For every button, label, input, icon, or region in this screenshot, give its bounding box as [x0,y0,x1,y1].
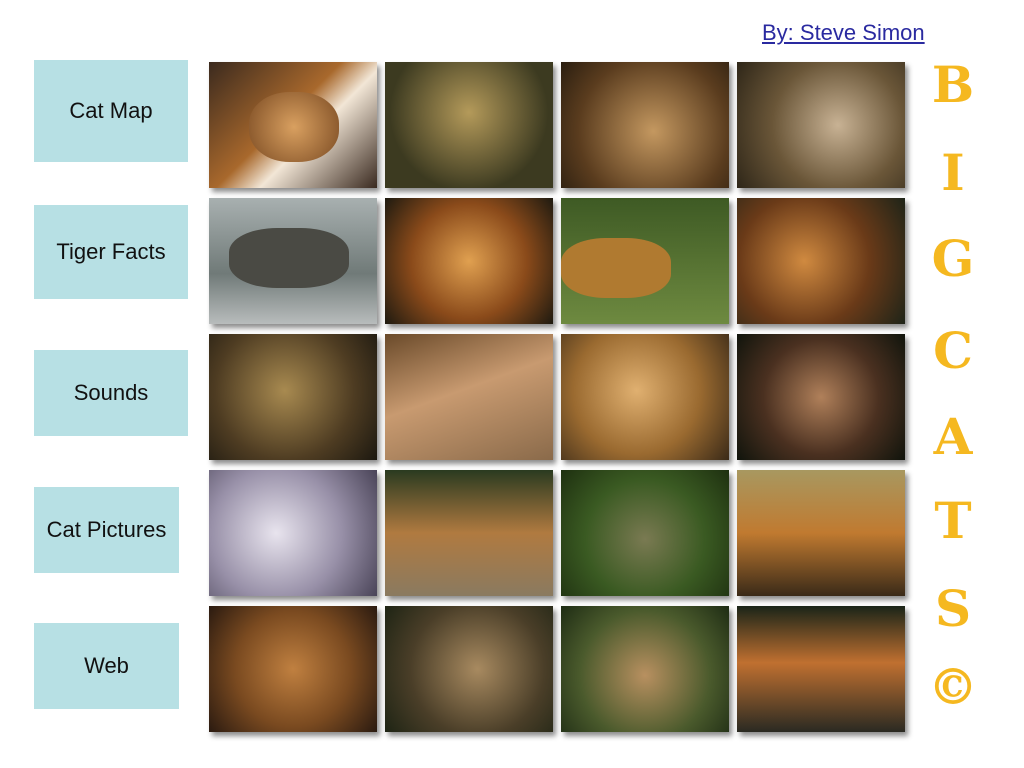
author-link[interactable]: By: Steve Simon [762,20,925,46]
photo-cheetah [561,334,729,460]
tiger-facts-button[interactable]: Tiger Facts [34,205,188,299]
photo-tiger [737,470,905,596]
photo-tiger [737,198,905,324]
photo-grid [209,62,911,742]
cat-map-button[interactable]: Cat Map [34,60,188,162]
photo-lynx [737,334,905,460]
title-letter: A [933,407,974,466]
sounds-button[interactable]: Sounds [34,350,188,436]
title-letter: B [932,62,974,114]
title-letter: G [932,229,975,288]
photo-lioness [561,606,729,732]
photo-ocelot [385,62,553,188]
title-letter: S [935,579,971,638]
photo-tiger [737,606,905,732]
cat-pictures-button[interactable]: Cat Pictures [34,487,179,573]
photo-cougar [385,606,553,732]
big-cats-title: B I G C A T S © [922,62,984,712]
photo-leopard [209,334,377,460]
title-letter: © [928,657,978,712]
photo-tiger [385,198,553,324]
title-letter: C [933,321,973,380]
title-letter: T [934,491,971,550]
photo-lion [209,606,377,732]
photo-clouded-leopard [209,198,377,324]
web-button[interactable]: Web [34,623,179,709]
photo-lion [737,62,905,188]
photo-leopard [561,198,729,324]
title-letter: I [941,143,964,202]
photo-jaguar [561,62,729,188]
photo-tiger [209,62,377,188]
photo-lion [385,334,553,460]
photo-wildcat [561,470,729,596]
photo-tiger [385,470,553,596]
photo-white-tiger [209,470,377,596]
